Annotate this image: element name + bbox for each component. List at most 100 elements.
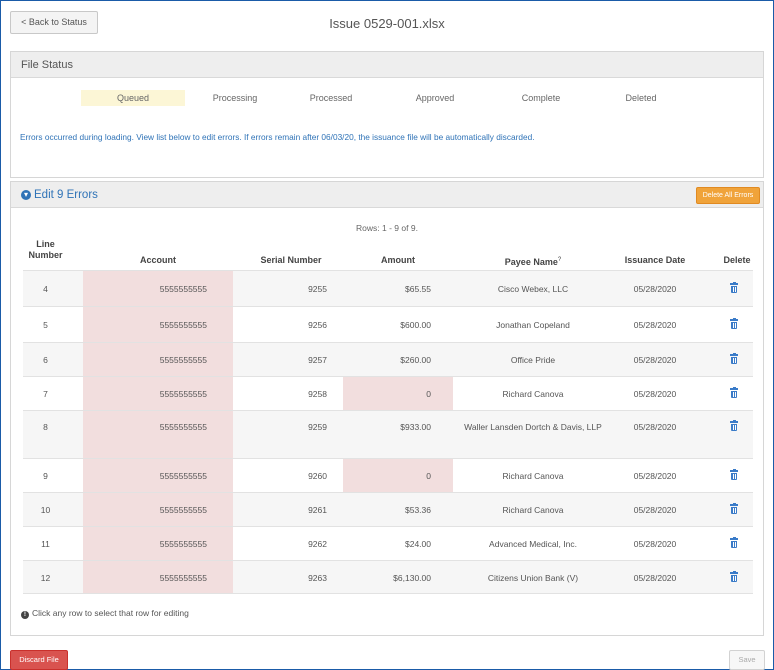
delete-all-errors-button[interactable]: Delete All Errors (696, 187, 760, 204)
edit-errors-title: Edit 9 Errors (34, 189, 98, 201)
trash-icon (730, 537, 738, 548)
info-icon: ! (21, 611, 29, 619)
table-row[interactable]: 5 5555555555 9256 $600.00 Jonathan Copeland 0… (23, 306, 753, 342)
serial-number-cell: 9263 (308, 573, 327, 583)
account-cell: 5555555555 (159, 573, 207, 583)
table-row[interactable]: 4 5555555555 9255 $65.55 Cisco Webex, LLC 05/… (23, 270, 753, 306)
col-serial-number[interactable]: Serial Number (241, 255, 341, 266)
trash-icon (730, 469, 738, 480)
payee-help-mark[interactable]: ? (558, 257, 561, 263)
discard-file-button[interactable]: Discard File (10, 650, 68, 670)
edit-hint: ! Click any row to select that row for ed… (21, 608, 189, 619)
payee-name-cell: Richard Canova (502, 471, 564, 481)
errors-message: Errors occurred during loading. View lis… (20, 132, 535, 142)
issuance-date-cell: 05/28/2020 (633, 471, 677, 481)
file-status-header: File Status (11, 52, 763, 78)
payee-name-cell: Waller Lansden Dortch & Davis, LLP (464, 422, 602, 432)
payee-name-cell: Advanced Medical, Inc. (489, 539, 577, 549)
payee-name-cell: Richard Canova (502, 505, 564, 515)
col-line-number[interactable]: Line Number (23, 239, 68, 261)
errors-panel-header: ▾ Edit 9 Errors Delete All Errors (11, 182, 763, 208)
col-account[interactable]: Account (83, 255, 233, 266)
save-button[interactable]: Save (729, 650, 765, 670)
account-cell: 5555555555 (159, 471, 207, 481)
edit-errors-toggle[interactable]: ▾ Edit 9 Errors (21, 188, 98, 202)
serial-number-cell: 9258 (308, 389, 327, 399)
serial-number-cell: 9256 (308, 320, 327, 330)
amount-cell: $65.55 (405, 284, 431, 294)
line-number-cell: 8 (43, 422, 48, 432)
delete-row-button[interactable] (725, 469, 743, 483)
account-cell: 5555555555 (159, 505, 207, 515)
delete-row-button[interactable] (725, 387, 743, 401)
account-cell: 5555555555 (159, 539, 207, 549)
delete-row-button[interactable] (725, 537, 743, 551)
issuance-date-cell: 05/28/2020 (633, 505, 677, 515)
account-cell: 5555555555 (159, 355, 207, 365)
line-number-cell: 9 (43, 471, 48, 481)
step-approved: Approved (415, 93, 455, 103)
delete-row-button[interactable] (725, 318, 743, 332)
serial-number-cell: 9260 (308, 471, 327, 481)
file-status-heading: File Status (21, 59, 73, 71)
step-deleted: Deleted (625, 93, 657, 103)
table-row[interactable]: 10 5555555555 9261 $53.36 Richard Canova 05/2… (23, 492, 753, 526)
step-queued: Queued (81, 90, 185, 106)
col-issuance-date[interactable]: Issuance Date (613, 255, 697, 266)
delete-row-button[interactable] (725, 282, 743, 296)
rows-info: Rows: 1 - 9 of 9. (356, 223, 418, 233)
col-payee-label: Payee Name (504, 257, 558, 267)
issuance-date-cell: 05/28/2020 (633, 573, 677, 583)
amount-cell: $24.00 (405, 539, 431, 549)
delete-row-button[interactable] (725, 503, 743, 517)
amount-cell: $260.00 (400, 355, 431, 365)
amount-cell: $600.00 (400, 320, 431, 330)
account-cell: 5555555555 (159, 320, 207, 330)
delete-row-button[interactable] (725, 420, 743, 434)
delete-row-button[interactable] (725, 571, 743, 585)
trash-icon (730, 318, 738, 329)
edit-hint-text: Click any row to select that row for edi… (32, 608, 189, 618)
trash-icon (730, 503, 738, 514)
line-number-cell: 10 (40, 505, 51, 515)
issuance-date-cell: 05/28/2020 (633, 320, 677, 330)
issuance-date-cell: 05/28/2020 (633, 539, 677, 549)
page-title: Issue 0529-001.xlsx (329, 16, 445, 31)
table-row[interactable]: 12 5555555555 9263 $6,130.00 Citizens Union … (23, 560, 753, 594)
col-payee-name[interactable]: Payee Name? (453, 255, 613, 268)
line-number-cell: 7 (43, 389, 48, 399)
trash-icon (730, 571, 738, 582)
table-row[interactable]: 7 5555555555 9258 0 Richard Canova 05/28/2020 (23, 376, 753, 410)
table-row[interactable]: 11 5555555555 9262 $24.00 Advanced Medical, … (23, 526, 753, 560)
col-delete: Delete (723, 255, 751, 265)
trash-icon (730, 420, 738, 431)
trash-icon (730, 282, 738, 293)
trash-icon (730, 387, 738, 398)
amount-cell: $53.36 (405, 505, 431, 515)
serial-number-cell: 9261 (308, 505, 327, 515)
amount-cell: 0 (426, 471, 431, 481)
file-status-panel: File Status Queued Processing Processed … (10, 51, 764, 178)
delete-row-button[interactable] (725, 353, 743, 367)
account-cell: 5555555555 (159, 284, 207, 294)
payee-name-cell: Citizens Union Bank (V) (487, 573, 579, 583)
issuance-date-cell: 05/28/2020 (633, 284, 677, 294)
table-row[interactable]: 8 5555555555 9259 $933.00 Waller Lansden Dor… (23, 410, 753, 458)
amount-cell: $6,130.00 (393, 573, 431, 583)
serial-number-cell: 9257 (308, 355, 327, 365)
line-number-cell: 6 (43, 355, 48, 365)
payee-name-cell: Cisco Webex, LLC (497, 284, 569, 294)
amount-cell: 0 (426, 389, 431, 399)
serial-number-cell: 9259 (308, 422, 327, 432)
table-row[interactable]: 6 5555555555 9257 $260.00 Office Pride 05/28/… (23, 342, 753, 376)
issuance-date-cell: 05/28/2020 (633, 422, 677, 432)
table-row[interactable]: 9 5555555555 9260 0 Richard Canova 05/28/2020 (23, 458, 753, 492)
errors-panel: ▾ Edit 9 Errors Delete All Errors Rows: 1… (10, 181, 764, 636)
serial-number-cell: 9262 (308, 539, 327, 549)
amount-cell: $933.00 (400, 422, 431, 432)
line-number-cell: 11 (41, 539, 50, 549)
payee-name-cell: Richard Canova (502, 389, 564, 399)
issuance-date-cell: 05/28/2020 (633, 355, 677, 365)
line-number-cell: 4 (43, 284, 48, 294)
col-amount[interactable]: Amount (343, 255, 453, 266)
